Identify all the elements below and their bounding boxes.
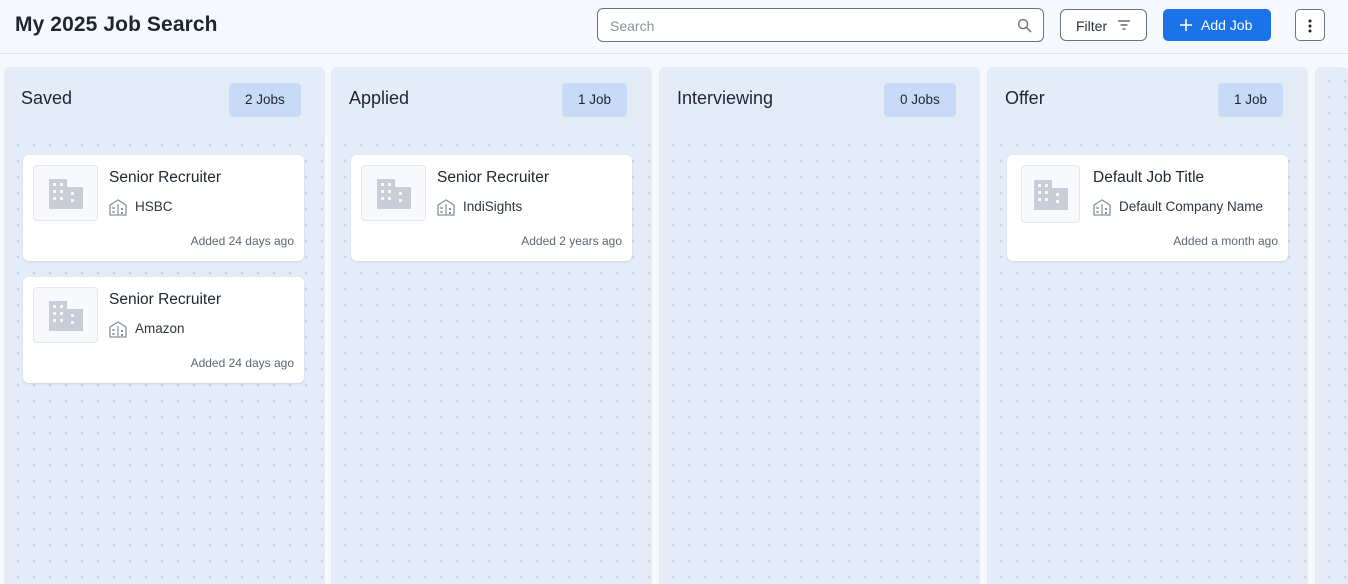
column-title: Interviewing — [677, 88, 774, 108]
job-card[interactable]: Senior Recruiter IndiSights Added 2 year… — [351, 155, 632, 261]
search-input[interactable] — [610, 17, 1000, 35]
more-options-button[interactable] — [1295, 9, 1325, 41]
company-name: Default Company Name — [1119, 199, 1264, 214]
job-card[interactable]: Senior Recruiter HSBC Added 24 days ago — [23, 155, 304, 261]
company-buildings-icon — [437, 199, 455, 216]
company-logo — [33, 287, 98, 343]
plus-icon — [1180, 19, 1192, 31]
column-next-partial — [1315, 67, 1348, 584]
vertical-dots-icon — [1308, 19, 1312, 33]
company-name: HSBC — [135, 199, 173, 214]
company-name: Amazon — [135, 321, 185, 336]
added-date: Added 24 days ago — [190, 356, 294, 370]
search-icon[interactable] — [1017, 18, 1032, 33]
company-logo — [1021, 165, 1080, 223]
building-icon — [49, 301, 83, 331]
building-icon — [49, 179, 83, 209]
column-title: Offer — [1005, 88, 1045, 108]
filter-button[interactable]: Filter — [1060, 9, 1147, 41]
building-icon — [1034, 180, 1068, 210]
added-date: Added a month ago — [1173, 234, 1278, 248]
company-logo — [33, 165, 98, 221]
add-job-button[interactable]: Add Job — [1163, 9, 1271, 41]
company-buildings-icon — [109, 199, 127, 216]
job-title: Senior Recruiter — [437, 169, 549, 186]
job-card[interactable]: Senior Recruiter Amazon Added 24 days ag… — [23, 277, 304, 383]
column-count-badge: 2 Jobs — [229, 83, 301, 117]
page-title: My 2025 Job Search — [15, 13, 218, 36]
column-count-badge: 1 Job — [562, 83, 628, 117]
column-count-badge: 1 Job — [1218, 83, 1284, 117]
job-title: Default Job Title — [1093, 169, 1205, 186]
column-header: Saved 2 Jobs — [4, 67, 325, 135]
add-job-label: Add Job — [1201, 17, 1253, 33]
job-title: Senior Recruiter — [109, 291, 221, 308]
company-logo — [361, 165, 426, 221]
column-offer: Offer 1 Job Default Job Title Default Co… — [987, 67, 1308, 584]
top-bar: My 2025 Job Search Filter Add Job — [0, 0, 1348, 54]
filter-lines-icon — [1118, 20, 1130, 30]
company-name: IndiSights — [463, 199, 523, 214]
column-title: Saved — [21, 88, 73, 108]
company-buildings-icon — [109, 321, 127, 338]
added-date: Added 2 years ago — [521, 234, 622, 248]
column-header: Interviewing 0 Jobs — [659, 67, 980, 135]
search-box[interactable] — [597, 8, 1044, 42]
column-applied: Applied 1 Job Senior Recruiter IndiSight… — [331, 67, 652, 584]
column-interviewing: Interviewing 0 Jobs — [659, 67, 980, 584]
added-date: Added 24 days ago — [190, 234, 294, 248]
column-header: Applied 1 Job — [331, 67, 652, 135]
column-count-badge: 0 Jobs — [884, 83, 956, 117]
column-title: Applied — [349, 88, 410, 108]
company-buildings-icon — [1093, 199, 1111, 216]
column-saved: Saved 2 Jobs Senior Recruiter HSBC Added… — [4, 67, 325, 584]
job-title: Senior Recruiter — [109, 169, 221, 186]
building-icon — [377, 179, 411, 209]
filter-button-label: Filter — [1076, 18, 1108, 34]
column-header: Offer 1 Job — [987, 67, 1308, 135]
job-card[interactable]: Default Job Title Default Company Name A… — [1007, 155, 1288, 261]
